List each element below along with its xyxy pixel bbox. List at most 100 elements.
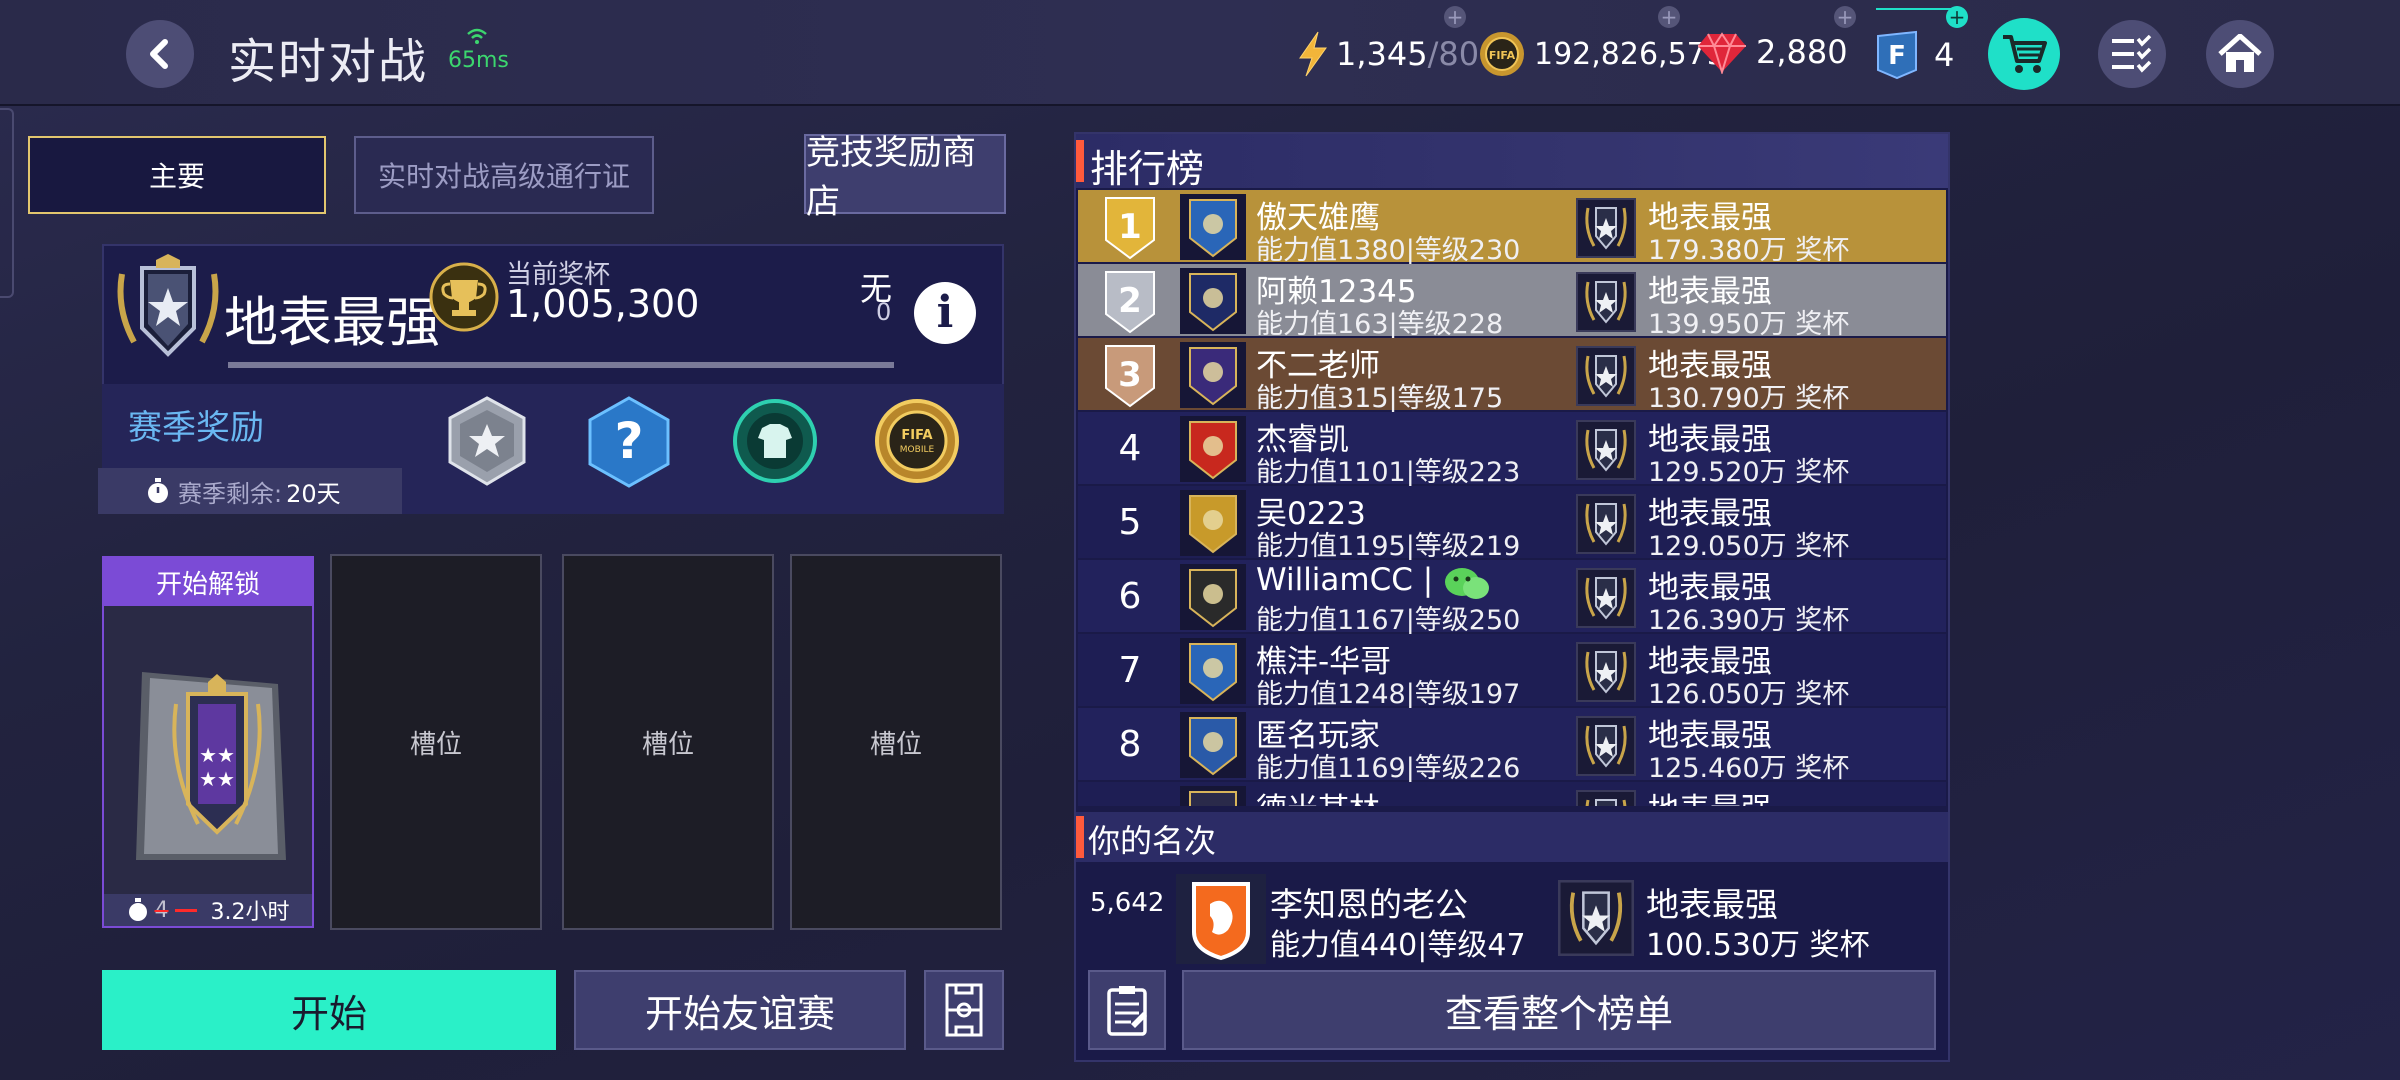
wechat-icon [1444,566,1490,606]
rank-medal-icon: 3 [1105,345,1155,408]
stopwatch-icon [128,898,147,921]
gem-value: 2,880 [1756,33,1848,71]
season-remaining-box: 赛季剩余: 20天 [98,468,402,514]
division-icon [1576,716,1636,776]
coin-counter: FIFA 192,826,579 [1478,30,1725,78]
rank-value: 0 [876,298,892,326]
leaderboard-row[interactable]: 2 阿赖12345 能力值163|等级228 地表最强 139.950万 奖杯 [1078,264,1946,340]
mystery-reward-icon[interactable]: ? [584,396,674,488]
empty-slot-label: 槽位 [869,729,922,760]
player-name: WilliamCC | [1256,562,1434,598]
kit-reward-icon[interactable] [732,398,818,484]
division-name: 地表最强 [224,291,440,354]
tab-premium-pass[interactable]: 实时对战高级通行证 [354,136,654,214]
empty-slot-label: 槽位 [641,729,694,760]
leaderboard-row[interactable]: 3 不二老师 能力值315|等级175 地表最强 130.790万 奖杯 [1078,338,1946,414]
trophy-count: 179.380万 奖杯 [1648,235,1850,266]
leaderboard-row[interactable]: 5 吴0223 能力值1195|等级219 地表最强 129.050万 奖杯 [1078,486,1946,562]
player-avatar [1180,342,1246,408]
leaderboard-header [1076,134,1948,188]
player-avatar [1180,564,1246,630]
reward-shop-button[interactable]: 竞技奖励商店 [804,133,1006,222]
rank-number: 5 [1118,501,1142,543]
fifa-coin-icon: FIFA [1480,32,1524,76]
trophy-count: 125.460万 奖杯 [1648,753,1850,784]
trophy-count: 126.390万 奖杯 [1648,605,1850,636]
tasks-button[interactable] [2098,20,2166,88]
coin-reward-icon[interactable]: FIFA MOBILE [874,398,960,484]
page-title: 实时对战 [228,34,429,90]
points-divider [1876,8,1956,10]
add-coins-button[interactable]: + [1658,6,1680,28]
side-drawer-handle[interactable] [0,108,14,298]
start-friendly-button[interactable]: 开始友谊赛 [574,970,906,1050]
trophy-count: 130.790万 奖杯 [1648,383,1850,414]
empty-slot-1[interactable]: 槽位 [330,554,542,930]
view-full-leaderboard-button[interactable]: 查看整个榜单 [1182,970,1936,1050]
start-unlock-label: 开始解锁 [104,558,312,606]
svg-text:MOBILE: MOBILE [900,445,935,455]
gem-counter: 2,880 [1696,30,1848,74]
svg-text:?: ? [614,412,643,470]
empty-slot-label: 槽位 [409,729,462,760]
player-stats: 能力值315|等级175 [1256,383,1504,414]
division-icon [1576,790,1636,806]
formation-button[interactable] [924,970,1004,1050]
division-icon [1576,420,1636,480]
player-avatar [1180,490,1246,556]
svg-text:★★: ★★ [199,767,235,791]
store-button[interactable] [1988,18,2060,90]
leaderboard-list[interactable]: 1 傲天雄鹰 能力值1380|等级230 地表最强 179.380万 奖杯 2 阿赖1234… [1078,190,1946,806]
strike-mark [174,908,197,912]
leaderboard-row[interactable]: 7 樵沣-华哥 能力值1248|等级197 地表最强 126.050万 奖杯 [1078,634,1946,710]
your-stats: 能力值440|等级47 [1270,928,1526,963]
empty-slot-2[interactable]: 槽位 [562,554,774,930]
add-energy-button[interactable]: + [1444,6,1466,28]
division-icon [1576,568,1636,628]
silver-badge-reward-icon[interactable] [444,396,530,488]
add-gems-button[interactable]: + [1834,6,1856,28]
leaderboard-row[interactable]: 4 杰睿凯 能力值1101|等级223 地表最强 129.520万 奖杯 [1078,412,1946,488]
trophy-count: 126.050万 奖杯 [1648,679,1850,710]
back-button[interactable] [126,20,194,88]
history-button[interactable] [1088,970,1166,1050]
player-stats: 能力值1169|等级226 [1256,753,1521,784]
rank-number: 1 [1118,207,1142,247]
season-remaining-value: 20天 [286,479,341,508]
division-icon [1576,198,1636,258]
info-button[interactable]: i [914,282,976,344]
your-division-icon [1558,880,1634,956]
division-icon [1576,494,1636,554]
player-stats: 能力值1101|等级223 [1256,457,1521,488]
leaderboard-row[interactable]: 1 傲天雄鹰 能力值1380|等级230 地表最强 179.380万 奖杯 [1078,190,1946,266]
player-avatar [1180,416,1246,482]
player-stats: 能力值1248|等级197 [1256,679,1521,710]
chevron-left-icon [150,39,168,69]
division-icon [1576,346,1636,406]
tab-main[interactable]: 主要 [28,136,326,214]
rank-number [1078,782,1182,806]
start-match-button[interactable]: 开始 [102,970,556,1050]
trophy-count: 129.050万 奖杯 [1648,531,1850,562]
empty-slot-3[interactable]: 槽位 [790,554,1002,930]
home-button[interactable] [2206,20,2274,88]
leaderboard-title: 排行榜 [1090,147,1205,191]
rank-number: 8 [1118,723,1142,765]
leaderboard-row[interactable]: 6 WilliamCC | 能力值1167|等级250 地表最强 126.390万 奖杯 [1078,560,1946,636]
leaderboard-row[interactable]: 8 匿名玩家 能力值1169|等级226 地表最强 125.460万 奖杯 [1078,708,1946,784]
player-avatar [1180,712,1246,778]
division-name: 地表最强 [1648,784,1772,806]
division-badge-icon [117,254,219,357]
rank-medal-icon: 2 [1105,271,1155,334]
rank-number: 7 [1118,649,1142,691]
clipboard-icon [1107,986,1147,1036]
unlock-time: 3.2小时 [210,900,290,925]
player-name: 德米某林 [1256,784,1380,806]
player-avatar-netherlands[interactable] [1176,874,1266,964]
player-avatar [1180,194,1246,260]
wifi-icon [467,28,487,44]
season-remaining-label: 赛季剩余: [178,479,283,508]
leaderboard-row[interactable]: 德米某林 地表最强 [1078,782,1946,806]
pitch-icon [945,983,983,1037]
svg-text:F: F [1888,41,1906,71]
